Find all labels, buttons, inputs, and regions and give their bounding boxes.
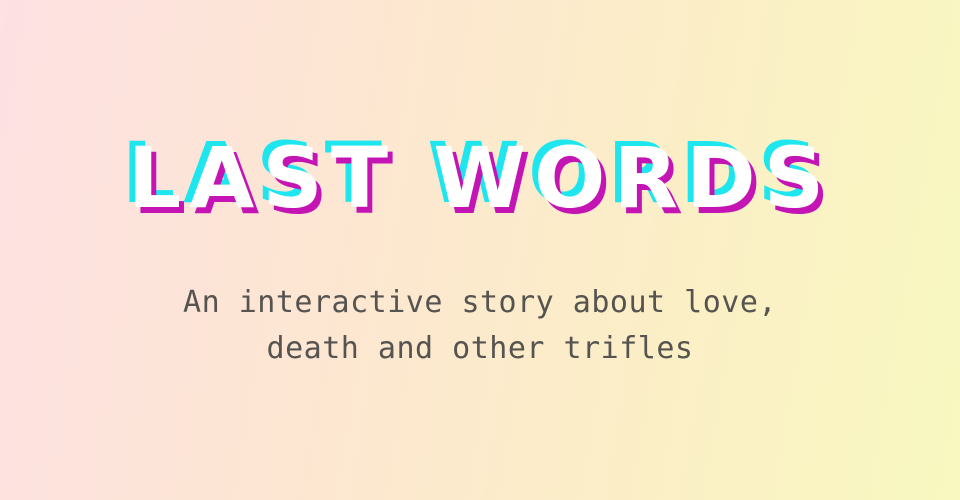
game-tagline-line-2: death and other trifles bbox=[266, 331, 694, 366]
title-screen: LAST WORDS LAST WORDS LAST WORDS An inte… bbox=[0, 0, 960, 500]
game-title-text: LAST WORDS bbox=[127, 129, 833, 227]
game-tagline: An interactive story about love, death a… bbox=[40, 280, 920, 372]
game-tagline-line-1: An interactive story about love, bbox=[183, 285, 777, 320]
game-title: LAST WORDS LAST WORDS LAST WORDS bbox=[0, 124, 960, 238]
